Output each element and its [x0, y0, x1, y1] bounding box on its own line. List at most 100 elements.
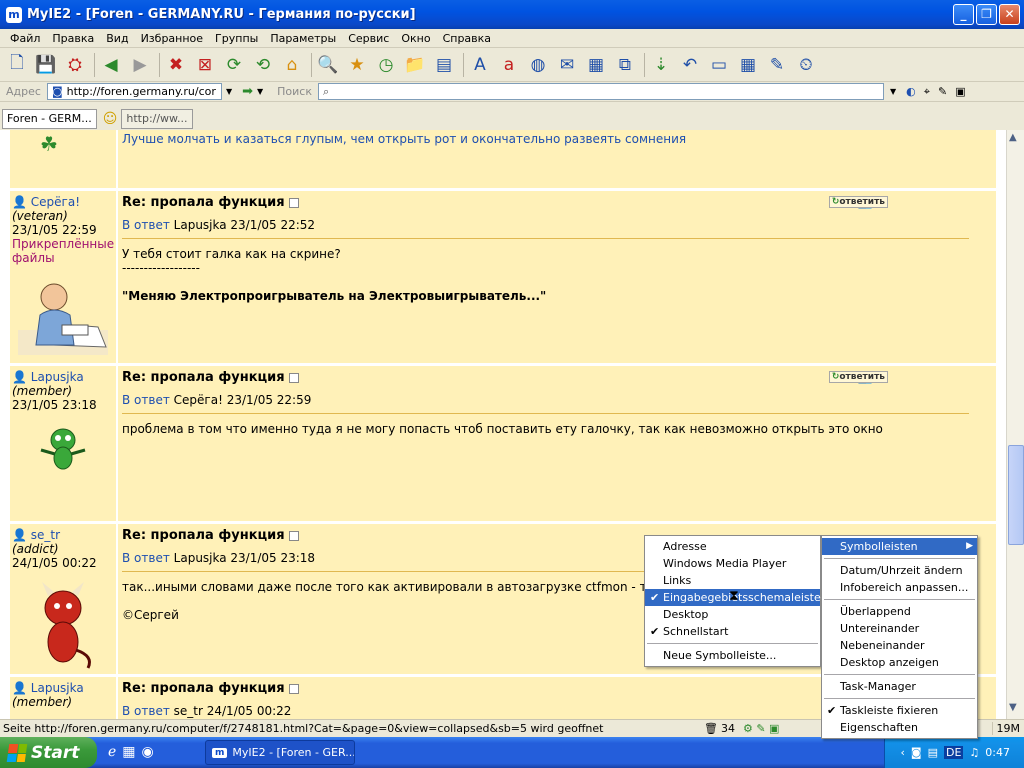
media-player-icon[interactable]: ◉: [142, 744, 154, 760]
address-input[interactable]: ◙ http://foren.germany.ru/cor: [46, 83, 222, 100]
close-icon[interactable]: ✕: [999, 4, 1020, 25]
menu-item-infobereich[interactable]: Infobereich anpassen...: [822, 579, 977, 596]
menu-item-lock-taskbar[interactable]: ✔ Taskleiste fixieren: [822, 702, 977, 719]
print-preview-icon[interactable]: ⛭: [62, 52, 88, 78]
undo-close-icon[interactable]: ↶: [677, 52, 703, 78]
folder-icon[interactable]: 📁: [402, 52, 428, 78]
smiley-icon[interactable]: ☺: [103, 111, 118, 127]
proxy-icon[interactable]: ▦: [583, 52, 609, 78]
new-window-icon[interactable]: ⧉: [612, 52, 638, 78]
menu-view[interactable]: Вид: [100, 29, 134, 48]
reply-link[interactable]: В ответ: [122, 218, 170, 232]
explorer-icon[interactable]: ▦: [122, 744, 135, 760]
reply-link[interactable]: В ответ: [122, 551, 170, 565]
menu-item-cascade[interactable]: Überlappend: [822, 603, 977, 620]
layout-icon[interactable]: ▦: [735, 52, 761, 78]
menu-file[interactable]: Файл: [4, 29, 46, 48]
menu-help[interactable]: Справка: [437, 29, 497, 48]
menu-options[interactable]: Параметры: [264, 29, 342, 48]
tab-www[interactable]: http://ww...: [121, 109, 193, 129]
menu-edit[interactable]: Правка: [46, 29, 100, 48]
menu-item-eingabegebietsschemaleiste[interactable]: ✔ Eingabegebietsschemaleiste ⧗: [645, 588, 821, 606]
volume-icon[interactable]: ♫: [969, 746, 979, 759]
home-icon[interactable]: ⌂: [279, 52, 305, 78]
taskbar-myie2-button[interactable]: m MyIE2 - [Foren - GER...: [205, 740, 355, 765]
post-checkbox[interactable]: [288, 683, 299, 694]
menu-item-adresse[interactable]: Adresse: [645, 538, 820, 555]
username-link[interactable]: Lapusjka: [31, 370, 84, 384]
post-checkbox[interactable]: [288, 197, 299, 208]
answer-button[interactable]: ↻ответить: [828, 196, 888, 208]
forward-icon[interactable]: ▶: [127, 52, 153, 78]
title-bar[interactable]: m MyIE2 - [Foren - GERMANY.RU - Германия…: [0, 0, 1024, 29]
clock[interactable]: 0:47: [985, 746, 1010, 759]
search-input[interactable]: ⌕: [318, 83, 884, 100]
menu-item-tile-vertical[interactable]: Untereinander: [822, 620, 977, 637]
menu-groups[interactable]: Группы: [209, 29, 264, 48]
menu-item-show-desktop[interactable]: Desktop anzeigen: [822, 654, 977, 671]
menu-favorites[interactable]: Избранное: [135, 29, 209, 48]
favorites-star-icon[interactable]: ★: [344, 52, 370, 78]
username-link[interactable]: Lapusjka: [31, 681, 84, 695]
save-icon[interactable]: 💾: [33, 52, 59, 78]
search-dropdown-icon[interactable]: ▼: [890, 87, 896, 96]
menu-item-datetime[interactable]: Datum/Uhrzeit ändern: [822, 562, 977, 579]
language-indicator[interactable]: DE: [944, 746, 964, 759]
menu-item-windows-media-player[interactable]: Windows Media Player: [645, 555, 820, 572]
tab-foren[interactable]: Foren - GERM...: [2, 109, 97, 129]
menu-item-desktop[interactable]: Desktop: [645, 606, 820, 623]
go-dropdown-icon[interactable]: ▼: [257, 87, 263, 96]
notepad-icon[interactable]: ▤: [431, 52, 457, 78]
menu-item-task-manager[interactable]: Task-Manager: [822, 678, 977, 695]
mail-icon[interactable]: ✉: [554, 52, 580, 78]
back-icon[interactable]: ◀: [98, 52, 124, 78]
fullscreen-icon[interactable]: ▭: [706, 52, 732, 78]
menu-item-symbolleisten[interactable]: Symbolleisten ▶: [822, 538, 977, 555]
start-button[interactable]: Start: [0, 737, 97, 768]
tray-app-icon[interactable]: ◙: [911, 746, 922, 759]
username-link[interactable]: Серёга!: [31, 195, 80, 209]
stop-icon[interactable]: ✖: [163, 52, 189, 78]
scroll-thumb[interactable]: [1008, 445, 1024, 545]
maximize-icon[interactable]: ❐: [976, 4, 997, 25]
font-icon[interactable]: A: [467, 52, 493, 78]
menu-item-tile-horizontal[interactable]: Nebeneinander: [822, 637, 977, 654]
post-checkbox[interactable]: [288, 372, 299, 383]
auto-refresh-icon[interactable]: ⏲: [793, 52, 819, 78]
history-icon[interactable]: ◷: [373, 52, 399, 78]
search-icon[interactable]: 🔍: [315, 52, 341, 78]
ie-icon[interactable]: ℯ: [108, 744, 116, 760]
edit-icon[interactable]: ✎: [764, 52, 790, 78]
menu-window[interactable]: Окно: [395, 29, 436, 48]
highlight-icon[interactable]: ⌖: [924, 85, 930, 99]
search-engine-icon[interactable]: ◐: [906, 85, 916, 98]
menu-item-schnellstart[interactable]: ✔ Schnellstart: [645, 623, 820, 640]
reply-link[interactable]: В ответ: [122, 704, 170, 718]
clear-icon[interactable]: ✎: [938, 85, 947, 98]
menu-item-links[interactable]: Links: [645, 572, 820, 589]
reply-link[interactable]: В ответ: [122, 393, 170, 407]
encoding-icon[interactable]: a: [496, 52, 522, 78]
refresh-all-icon[interactable]: ⟲: [250, 52, 276, 78]
go-icon[interactable]: ➡: [242, 84, 253, 99]
tray-chevron-icon[interactable]: ‹: [901, 746, 905, 759]
network-icon[interactable]: ▤: [928, 746, 938, 759]
menu-item-new-toolbar[interactable]: Neue Symbolleiste...: [645, 647, 820, 664]
vertical-scrollbar[interactable]: ▲ ▼: [1006, 130, 1024, 719]
stop-all-icon[interactable]: ⊠: [192, 52, 218, 78]
minimize-icon[interactable]: _: [953, 4, 974, 25]
post-checkbox[interactable]: [288, 530, 299, 541]
web-icon[interactable]: ◍: [525, 52, 551, 78]
find-icon[interactable]: ▣: [955, 85, 965, 98]
menu-tools[interactable]: Сервис: [342, 29, 395, 48]
menu-item-properties[interactable]: Eigenschaften: [822, 719, 977, 736]
new-page-icon[interactable]: 🗋: [4, 52, 30, 78]
scroll-down-icon[interactable]: ▼: [1009, 702, 1017, 713]
address-dropdown-icon[interactable]: ▼: [226, 87, 232, 96]
refresh-icon[interactable]: ⟳: [221, 52, 247, 78]
username-link[interactable]: se_tr: [31, 528, 60, 542]
attached-files-link[interactable]: Прикреплённые файлы: [12, 237, 114, 265]
answer-button[interactable]: ↻ответить: [828, 371, 888, 383]
scroll-up-icon[interactable]: ▲: [1009, 132, 1017, 143]
download-icon[interactable]: ⇣: [648, 52, 674, 78]
